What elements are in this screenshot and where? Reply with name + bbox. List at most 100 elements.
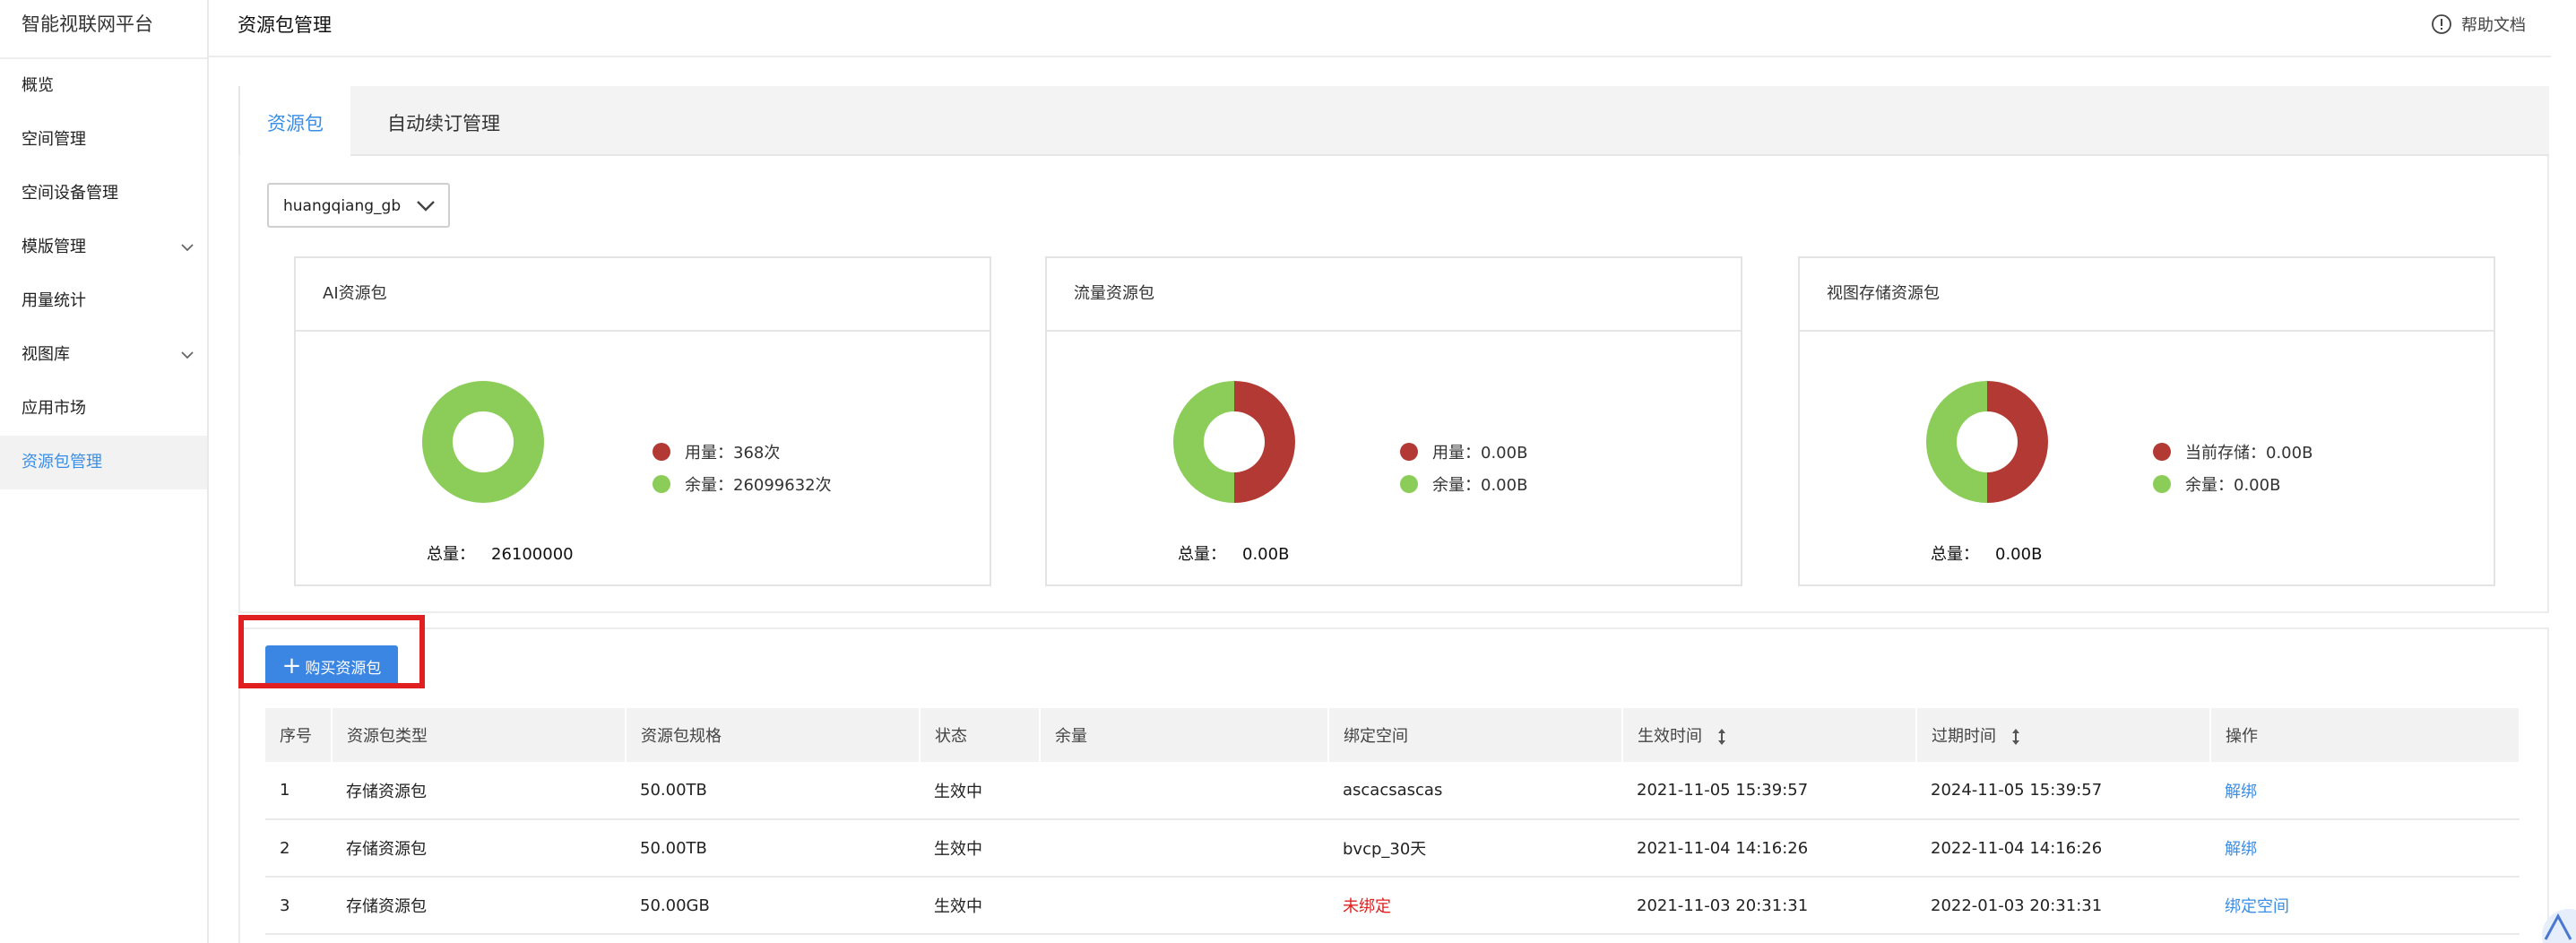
app-title: 智能视联网平台 [0, 0, 207, 59]
cell-no: 3 [265, 877, 332, 935]
legend-label: 用量：0.00B [1432, 444, 1528, 463]
cell-type: 存储资源包 [332, 877, 626, 935]
total-label: 总量： [1178, 545, 1226, 564]
info-icon [2432, 14, 2451, 34]
column-header-spec: 资源包规格 [626, 708, 921, 762]
table-row: 2 存储资源包 50.00TB 生效中 bvcp_30天 2021-11-04 … [265, 819, 2520, 878]
sidebar-item-usage-statistics[interactable]: 用量统计 [0, 274, 207, 328]
tabs-bar: 资源包 自动续订管理 [238, 86, 2549, 156]
assistant-logo-icon[interactable] [2533, 900, 2576, 943]
legend-dot-remaining [653, 475, 670, 493]
sidebar-item-template-management[interactable]: 模版管理 [0, 221, 207, 274]
column-header-start-time[interactable]: 生效时间 [1622, 708, 1917, 762]
column-header-end-time[interactable]: 过期时间 [1916, 708, 2211, 762]
cell-end-time: 2022-11-04 14:16:26 [1916, 819, 2210, 878]
column-header-actions: 操作 [2210, 708, 2520, 762]
legend-dot-remaining [1400, 475, 1418, 493]
legend-label: 用量：368次 [685, 444, 781, 463]
resource-overview-panel: huangqiang_gb AI资源包 用量：368次 余量：26099632次… [238, 156, 2549, 613]
sort-icon[interactable] [2010, 728, 2021, 746]
sort-icon[interactable] [1716, 728, 1727, 746]
total-row: 总量： 26100000 [427, 541, 574, 565]
chart-legend: 当前存储：0.00B 余量：0.00B [2153, 436, 2312, 500]
cell-type: 存储资源包 [332, 762, 626, 820]
legend-dot-used [653, 443, 670, 461]
legend-item-used: 用量：0.00B [1400, 436, 1527, 468]
cell-actions: 绑定空间 [2210, 877, 2520, 935]
highlight-box [238, 615, 425, 688]
total-label: 总量： [427, 545, 475, 564]
total-value: 0.00B [1242, 545, 1290, 564]
total-label: 总量： [1931, 545, 1979, 564]
column-header-no: 序号 [265, 708, 333, 762]
chart-legend: 用量：0.00B 余量：0.00B [1400, 436, 1527, 500]
legend-dot-remaining [2153, 475, 2171, 493]
view-storage-resource-card: 视图存储资源包 当前存储：0.00B 余量：0.00B 总量： 0.00B [1798, 256, 2495, 586]
legend-item-used: 用量：368次 [653, 436, 832, 468]
unbind-link[interactable]: 解绑 [2225, 783, 2257, 801]
sidebar-item-label: 用量统计 [22, 291, 86, 310]
space-select[interactable]: huangqiang_gb [267, 183, 450, 228]
legend-item-used: 当前存储：0.00B [2153, 436, 2312, 468]
sidebar-item-overview[interactable]: 概览 [0, 59, 207, 113]
cell-end-time: 2022-01-03 20:31:31 [1916, 877, 2210, 935]
cell-actions: 解绑 [2210, 762, 2520, 820]
cell-type: 存储资源包 [332, 819, 626, 878]
total-row: 总量： 0.00B [1931, 541, 2042, 565]
tab-auto-renewal[interactable]: 自动续订管理 [364, 86, 523, 156]
chevron-down-icon [181, 244, 194, 252]
sidebar-item-label: 视图库 [22, 345, 70, 364]
column-header-type: 资源包类型 [332, 708, 627, 762]
donut-slice-used [1987, 381, 2048, 503]
tab-resource-package[interactable]: 资源包 [238, 86, 350, 156]
table-header-row: 序号 资源包类型 资源包规格 状态 余量 绑定空间 生效时间 过期时间 操作 [265, 708, 2520, 762]
help-docs-link[interactable]: 帮助文档 [2431, 13, 2526, 36]
donut-slice-remaining [1925, 381, 1987, 503]
cell-spec: 50.00TB [626, 819, 920, 878]
legend-dot-used [1400, 443, 1418, 461]
sidebar-item-space-device-management[interactable]: 空间设备管理 [0, 167, 207, 221]
cell-space: ascacsascas [1328, 762, 1622, 820]
sidebar-item-app-market[interactable]: 应用市场 [0, 382, 207, 436]
page-header: 资源包管理 帮助文档 [209, 0, 2551, 57]
cell-start-time: 2021-11-04 14:16:26 [1622, 819, 1916, 878]
column-header-space: 绑定空间 [1328, 708, 1623, 762]
sidebar-item-label: 资源包管理 [22, 453, 102, 472]
bind-space-link[interactable]: 绑定空间 [2225, 897, 2289, 916]
sidebar-item-resource-package-management[interactable]: 资源包管理 [0, 436, 207, 489]
donut-slice-remaining [1172, 381, 1234, 503]
legend-item-remaining: 余量：0.00B [1400, 468, 1527, 500]
legend-label: 当前存储：0.00B [2185, 444, 2313, 463]
cell-spec: 50.00GB [626, 877, 920, 935]
legend-label: 余量：0.00B [2185, 476, 2281, 495]
space-select-value: huangqiang_gb [283, 197, 402, 215]
legend-dot-used [2153, 443, 2171, 461]
page-title: 资源包管理 [238, 14, 332, 36]
help-docs-label: 帮助文档 [2461, 16, 2526, 35]
card-title: 流量资源包 [1047, 258, 1741, 332]
cell-start-time: 2021-11-05 15:39:57 [1622, 762, 1916, 820]
column-header-status: 状态 [920, 708, 1041, 762]
cell-status: 生效中 [920, 877, 1040, 935]
total-value: 0.00B [1995, 545, 2043, 564]
column-header-label: 生效时间 [1638, 727, 1702, 746]
cell-spec: 50.00TB [626, 762, 920, 820]
column-header-remaining: 余量 [1040, 708, 1329, 762]
sidebar: 智能视联网平台 概览 空间管理 空间设备管理 模版管理 用量统计 视图库 应用市… [0, 0, 209, 943]
legend-label: 余量：26099632次 [685, 476, 832, 495]
unbind-link[interactable]: 解绑 [2225, 840, 2257, 859]
ai-resource-card: AI资源包 用量：368次 余量：26099632次 总量： 26100000 [294, 256, 991, 586]
cell-remaining [1040, 819, 1328, 878]
legend-item-remaining: 余量：26099632次 [653, 468, 832, 500]
chart-legend: 用量：368次 余量：26099632次 [653, 436, 832, 500]
sidebar-item-space-management[interactable]: 空间管理 [0, 113, 207, 167]
cell-space: bvcp_30天 [1328, 819, 1622, 878]
cell-status: 生效中 [920, 762, 1040, 820]
table-row: 3 存储资源包 50.00GB 生效中 未绑定 2021-11-03 20:31… [265, 877, 2520, 935]
traffic-usage-donut [1172, 381, 1295, 503]
cell-space: 未绑定 [1328, 877, 1622, 935]
chevron-down-icon [181, 351, 194, 359]
cell-no: 2 [265, 819, 332, 878]
sidebar-item-label: 模版管理 [22, 238, 86, 256]
sidebar-item-view-library[interactable]: 视图库 [0, 328, 207, 382]
